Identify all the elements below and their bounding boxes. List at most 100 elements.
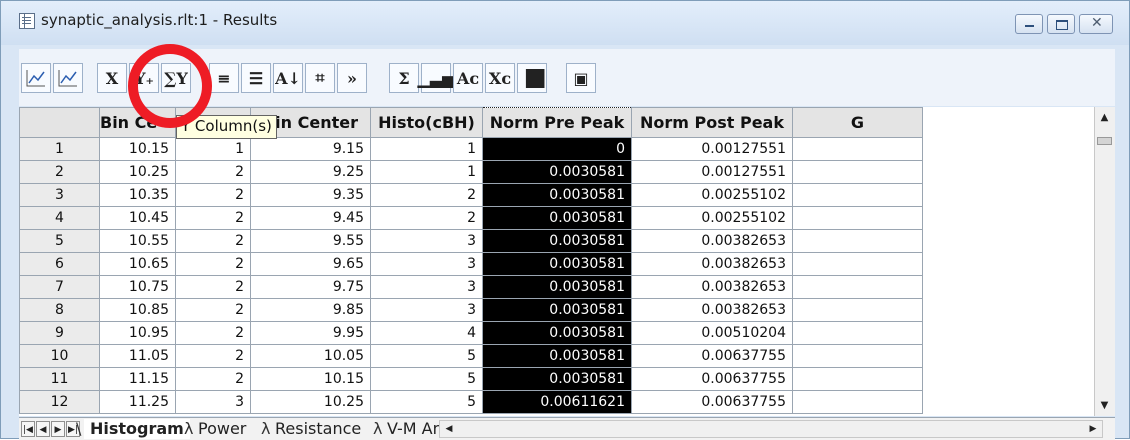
xy-column-button[interactable]: ∑Y bbox=[161, 63, 191, 93]
scroll-left-icon[interactable]: ◀ bbox=[442, 421, 456, 437]
table-row[interactable]: 5 10.55 2 9.55 3 0.0030581 0.00382653 bbox=[19, 229, 923, 253]
compare-columns-icon[interactable]: Xᴄ bbox=[485, 63, 515, 93]
results-grid[interactable]: Bin Ceo(cBH)Bin CenterHisto(cBH)Norm Pre… bbox=[19, 107, 1115, 416]
column-header[interactable]: Norm Post Peak bbox=[631, 107, 793, 138]
table-row[interactable]: 3 10.35 2 9.35 2 0.0030581 0.00255102 bbox=[19, 183, 923, 207]
table-cell[interactable]: 10.25 bbox=[250, 390, 371, 414]
column-header[interactable]: Bin Ce bbox=[99, 107, 176, 138]
column-header[interactable]: G bbox=[792, 107, 923, 138]
scroll-down-icon[interactable]: ▼ bbox=[1097, 397, 1112, 414]
histogram-icon[interactable]: ▁▃▅ bbox=[418, 63, 454, 93]
table-cell[interactable]: 10.75 bbox=[99, 275, 176, 299]
table-cell[interactable]: 5 bbox=[370, 367, 483, 391]
table-cell[interactable]: 3 bbox=[370, 275, 483, 299]
table-cell[interactable]: 10.85 bbox=[99, 298, 176, 322]
sheet-tab[interactable]: Histogram bbox=[84, 419, 190, 439]
row-number[interactable]: 3 bbox=[19, 183, 100, 207]
table-cell[interactable]: 10.15 bbox=[250, 367, 371, 391]
table-cell[interactable]: 9.35 bbox=[250, 183, 371, 207]
table-row[interactable]: 12 11.25 3 10.25 5 0.00611621 0.00637755 bbox=[19, 390, 923, 414]
sheet-tab[interactable]: Power bbox=[192, 419, 252, 439]
table-cell[interactable]: 3 bbox=[175, 390, 251, 414]
table-cell[interactable]: 0.0030581 bbox=[482, 160, 632, 184]
table-cell[interactable]: 0.00637755 bbox=[631, 367, 793, 391]
table-cell[interactable]: 10.65 bbox=[99, 252, 176, 276]
row-number[interactable]: 11 bbox=[19, 367, 100, 391]
title-bar[interactable]: synaptic_analysis.rlt:1 - Results ✕ bbox=[1, 1, 1129, 45]
prev-sheet-icon[interactable]: ◀ bbox=[36, 421, 50, 437]
table-cell[interactable]: 0.0030581 bbox=[482, 344, 632, 368]
table-cell[interactable]: 9.15 bbox=[250, 137, 371, 161]
table-cell[interactable]: 2 bbox=[175, 160, 251, 184]
table-cell[interactable]: 2 bbox=[175, 252, 251, 276]
table-cell[interactable]: 0.0030581 bbox=[482, 298, 632, 322]
table-cell[interactable] bbox=[792, 367, 923, 391]
row-number[interactable]: 12 bbox=[19, 390, 100, 414]
table-cell[interactable]: 0.00611621 bbox=[482, 390, 632, 414]
table-cell[interactable]: 0.00382653 bbox=[631, 275, 793, 299]
table-cell[interactable]: 0.0030581 bbox=[482, 183, 632, 207]
minimize-button[interactable] bbox=[1015, 14, 1043, 34]
table-cell[interactable]: 2 bbox=[175, 206, 251, 230]
table-cell[interactable]: 10.15 bbox=[99, 137, 176, 161]
table-row[interactable]: 7 10.75 2 9.75 3 0.0030581 0.00382653 bbox=[19, 275, 923, 299]
table-cell[interactable] bbox=[792, 160, 923, 184]
table-cell[interactable]: 2 bbox=[175, 183, 251, 207]
column-stats-icon[interactable]: Aᴄ bbox=[453, 63, 483, 93]
table-cell[interactable]: 0.0030581 bbox=[482, 206, 632, 230]
table-cell[interactable]: 3 bbox=[370, 252, 483, 276]
column-header[interactable]: Histo(cBH) bbox=[370, 107, 483, 138]
sum-button[interactable]: Σ bbox=[389, 63, 419, 93]
table-cell[interactable]: 9.85 bbox=[250, 298, 371, 322]
table-cell[interactable]: 4 bbox=[370, 321, 483, 345]
table-cell[interactable]: 10.25 bbox=[99, 160, 176, 184]
scroll-right-icon[interactable]: ▶ bbox=[1086, 421, 1100, 437]
bar-chart-icon[interactable]: ▐█ bbox=[517, 63, 547, 93]
column-header[interactable] bbox=[19, 107, 100, 138]
row-number[interactable]: 8 bbox=[19, 298, 100, 322]
close-button[interactable]: ✕ bbox=[1079, 14, 1113, 34]
table-cell[interactable] bbox=[792, 183, 923, 207]
table-cell[interactable]: 0.0030581 bbox=[482, 252, 632, 276]
scroll-thumb[interactable] bbox=[1097, 137, 1112, 145]
table-row[interactable]: 10 11.05 2 10.05 5 0.0030581 0.00637755 bbox=[19, 344, 923, 368]
row-number[interactable]: 7 bbox=[19, 275, 100, 299]
transform-icon[interactable]: » bbox=[337, 63, 367, 93]
row-number[interactable]: 1 bbox=[19, 137, 100, 161]
column-header[interactable]: Norm Pre Peak bbox=[482, 107, 632, 138]
paste-icon[interactable]: ☰ bbox=[241, 63, 271, 93]
table-cell[interactable]: 2 bbox=[175, 229, 251, 253]
row-number[interactable]: 6 bbox=[19, 252, 100, 276]
row-number[interactable]: 2 bbox=[19, 160, 100, 184]
row-number[interactable]: 5 bbox=[19, 229, 100, 253]
table-cell[interactable]: 3 bbox=[370, 229, 483, 253]
table-cell[interactable]: 1 bbox=[370, 160, 483, 184]
vertical-scrollbar[interactable]: ▲ ▼ bbox=[1094, 107, 1115, 416]
table-row[interactable]: 11 11.15 2 10.15 5 0.0030581 0.00637755 bbox=[19, 367, 923, 391]
row-number[interactable]: 4 bbox=[19, 206, 100, 230]
table-cell[interactable]: 9.95 bbox=[250, 321, 371, 345]
table-cell[interactable]: 0.00382653 bbox=[631, 252, 793, 276]
table-cell[interactable]: 2 bbox=[175, 321, 251, 345]
table-row[interactable]: 1 10.15 1 9.15 1 0 0.00127551 bbox=[19, 137, 923, 161]
table-row[interactable]: 8 10.85 2 9.85 3 0.0030581 0.00382653 bbox=[19, 298, 923, 322]
table-cell[interactable]: 0.00255102 bbox=[631, 206, 793, 230]
table-cell[interactable]: 5 bbox=[370, 344, 483, 368]
table-cell[interactable]: 0.0030581 bbox=[482, 367, 632, 391]
table-cell[interactable]: 9.65 bbox=[250, 252, 371, 276]
first-sheet-icon[interactable]: |◀ bbox=[21, 421, 35, 437]
table-cell[interactable]: 0.0030581 bbox=[482, 275, 632, 299]
table-cell[interactable]: 0.00510204 bbox=[631, 321, 793, 345]
table-cell[interactable]: 0.00637755 bbox=[631, 344, 793, 368]
table-cell[interactable] bbox=[792, 275, 923, 299]
table-cell[interactable] bbox=[792, 206, 923, 230]
table-cell[interactable]: 10.45 bbox=[99, 206, 176, 230]
table-cell[interactable]: 9.25 bbox=[250, 160, 371, 184]
add-line-plot-icon[interactable] bbox=[53, 63, 83, 93]
table-row[interactable]: 9 10.95 2 9.95 4 0.0030581 0.00510204 bbox=[19, 321, 923, 345]
table-cell[interactable]: 11.05 bbox=[99, 344, 176, 368]
row-number[interactable]: 9 bbox=[19, 321, 100, 345]
next-sheet-icon[interactable]: ▶ bbox=[51, 421, 65, 437]
table-row[interactable]: 2 10.25 2 9.25 1 0.0030581 0.00127551 bbox=[19, 160, 923, 184]
table-cell[interactable]: 2 bbox=[175, 275, 251, 299]
